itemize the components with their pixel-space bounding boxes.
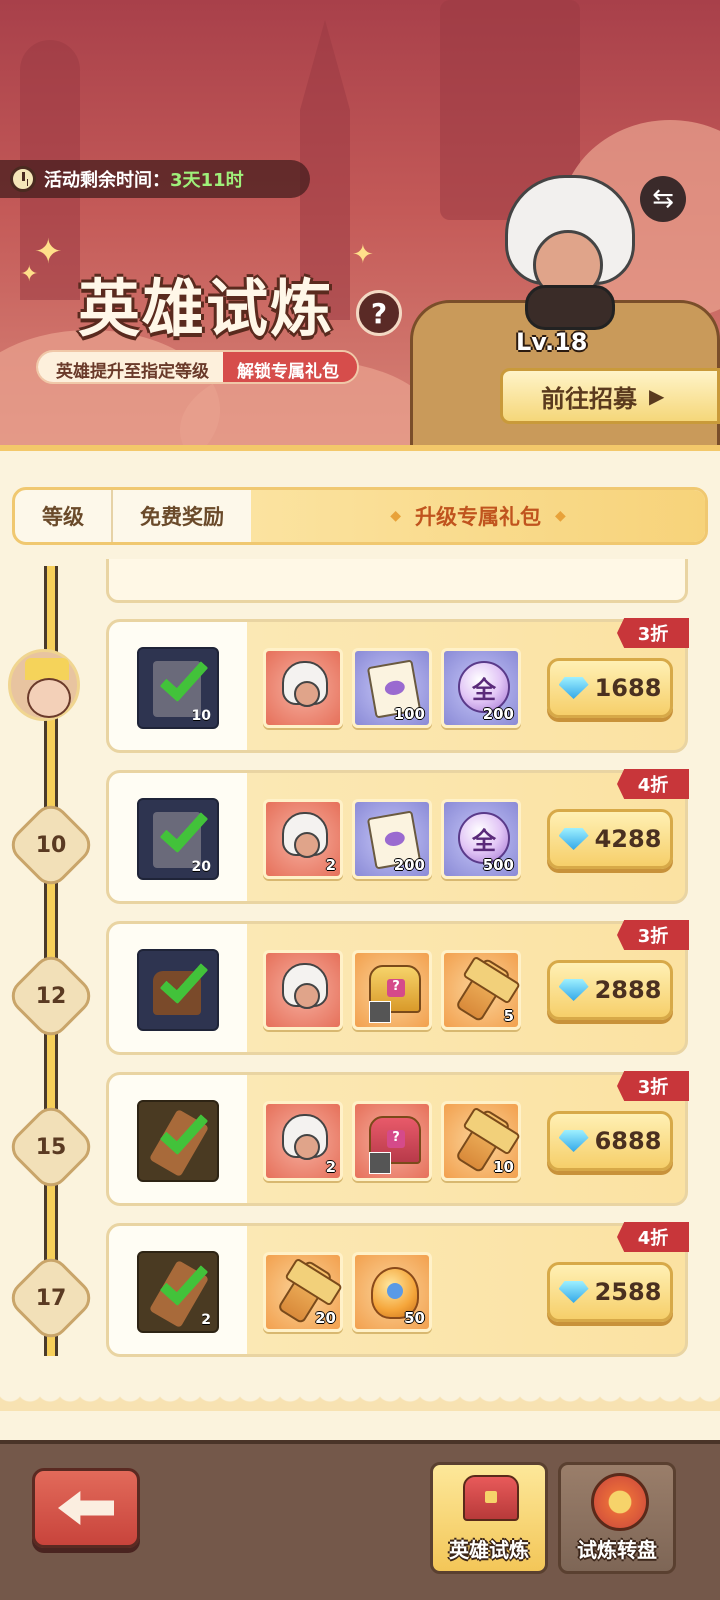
recruit-button[interactable]: 前往招募 ▶ (500, 368, 720, 424)
swap-hero-button[interactable]: ⇆ (640, 176, 686, 222)
reward-item[interactable]: 5 (441, 950, 521, 1030)
reward-item[interactable]: 全 500 (441, 799, 521, 879)
event-banner: 活动剩余时间： 3天11时 ✦ ✦ ✦ 英雄试炼 ? 英雄提升至指定等级 解锁专… (0, 0, 720, 470)
diamond-icon (558, 1281, 589, 1303)
pack-row: 3折 5 2888 (106, 920, 689, 1055)
discount-badge: 3折 (617, 1071, 689, 1101)
treasure-chest-icon (463, 1475, 519, 1521)
reward-item[interactable] (263, 648, 343, 728)
diamond-icon (558, 828, 589, 850)
pack-row-partial (106, 559, 688, 603)
pack-row: 3折 2 10 6888 (106, 1071, 689, 1206)
event-timer: 活动剩余时间： 3天11时 (0, 160, 310, 198)
claimed-item: 20 (137, 798, 219, 880)
sparkle-icon: ✦ (20, 262, 39, 287)
buy-pack-button[interactable]: 4288 (547, 809, 673, 869)
discount-badge: 4折 (617, 769, 689, 799)
tab-exclusive-label: 升级专属礼包 (415, 505, 541, 529)
hero-portrait (495, 175, 645, 335)
hero-shard-icon (282, 661, 328, 707)
tab-level[interactable]: 等级 (15, 490, 113, 542)
reward-panel: 等级 免费奖励 ◆ 升级专属礼包 ◆ 10 12 15 17 3折 10 100… (0, 445, 720, 1445)
claimed-item (137, 1100, 219, 1182)
level-node: 10 (4, 798, 98, 892)
nav-hero-trial-label: 英雄试炼 (449, 1538, 529, 1562)
discount-badge: 3折 (617, 920, 689, 950)
reward-item[interactable]: 全 200 (441, 648, 521, 728)
pack-price: 2588 (594, 1278, 662, 1306)
level-node: 17 (4, 1251, 98, 1345)
reward-item[interactable]: 100 (352, 648, 432, 728)
timer-value: 3天11时 (170, 170, 244, 191)
hero-level: Lv.18 (516, 328, 588, 356)
pack-price: 6888 (594, 1127, 662, 1155)
subtitle-reward: 解锁专属礼包 (223, 352, 357, 382)
nav-hero-trial[interactable]: 英雄试炼 (430, 1462, 548, 1574)
subtitle-condition: 英雄提升至指定等级 (38, 352, 223, 382)
tab-exclusive-packs[interactable]: ◆ 升级专属礼包 ◆ (251, 490, 705, 542)
claimed-item: 10 (137, 647, 219, 729)
level-node: 15 (4, 1100, 98, 1194)
player-avatar-marker (8, 649, 80, 721)
buy-pack-button[interactable]: 1688 (547, 658, 673, 718)
tab-bar: 等级 免费奖励 ◆ 升级专属礼包 ◆ (12, 487, 708, 545)
pack-price: 4288 (594, 825, 662, 853)
red-chest-icon (369, 1116, 421, 1174)
diamond-icon (558, 1130, 589, 1152)
reward-item[interactable]: 200 (352, 799, 432, 879)
buy-pack-button[interactable]: 2888 (547, 960, 673, 1020)
nav-trial-wheel[interactable]: 试炼转盘 (558, 1462, 676, 1574)
reward-item[interactable]: 20 (263, 1252, 343, 1332)
pack-price: 1688 (594, 674, 662, 702)
claimed-item: 2 (137, 1251, 219, 1333)
play-arrow-icon: ▶ (649, 384, 665, 408)
nav-trial-wheel-label: 试炼转盘 (577, 1538, 657, 1562)
bottom-nav-bar: 英雄试炼 试炼转盘 (0, 1440, 720, 1600)
reward-item[interactable] (263, 950, 343, 1030)
reward-item[interactable]: 10 (441, 1101, 521, 1181)
claimed-item (137, 949, 219, 1031)
pack-row: 3折 10 100 全 200 1688 (106, 618, 689, 753)
discount-badge: 4折 (617, 1222, 689, 1252)
reward-item[interactable] (352, 1101, 432, 1181)
recruit-label: 前往招募 (541, 384, 637, 413)
diamond-icon (558, 979, 589, 1001)
buy-pack-button[interactable]: 6888 (547, 1111, 673, 1171)
diamond-icon (558, 677, 589, 699)
diamond-deco-icon: ◆ (390, 508, 401, 524)
panel-wave-border (0, 1391, 720, 1411)
reward-item[interactable]: 50 (352, 1252, 432, 1332)
back-arrow-icon (58, 1491, 114, 1525)
pack-price: 2888 (594, 976, 662, 1004)
gold-chest-icon (369, 965, 421, 1023)
reward-item[interactable] (352, 950, 432, 1030)
tab-free-rewards[interactable]: 免费奖励 (113, 490, 251, 542)
event-title: 英雄试炼 (78, 272, 335, 345)
reward-item[interactable]: 2 (263, 799, 343, 879)
back-button[interactable] (32, 1468, 140, 1548)
clock-icon (10, 166, 36, 192)
help-button[interactable]: ? (356, 290, 402, 336)
pack-row: 4折 20 2 200 全 500 4288 (106, 769, 689, 904)
pack-row: 4折 2 20 50 2588 (106, 1222, 689, 1357)
sparkle-icon: ✦ (352, 240, 374, 270)
buy-pack-button[interactable]: 2588 (547, 1262, 673, 1322)
discount-badge: 3折 (617, 618, 689, 648)
hero-shard-icon (282, 812, 328, 858)
event-subtitle: 英雄提升至指定等级 解锁专属礼包 (36, 350, 359, 384)
hero-shard-icon (282, 1114, 328, 1160)
reward-item[interactable]: 2 (263, 1101, 343, 1181)
hero-shard-icon (282, 963, 328, 1009)
diamond-deco-icon: ◆ (555, 508, 566, 524)
timer-label: 活动剩余时间： (44, 170, 170, 191)
level-node: 12 (4, 949, 98, 1043)
prize-wheel-icon (591, 1473, 649, 1531)
